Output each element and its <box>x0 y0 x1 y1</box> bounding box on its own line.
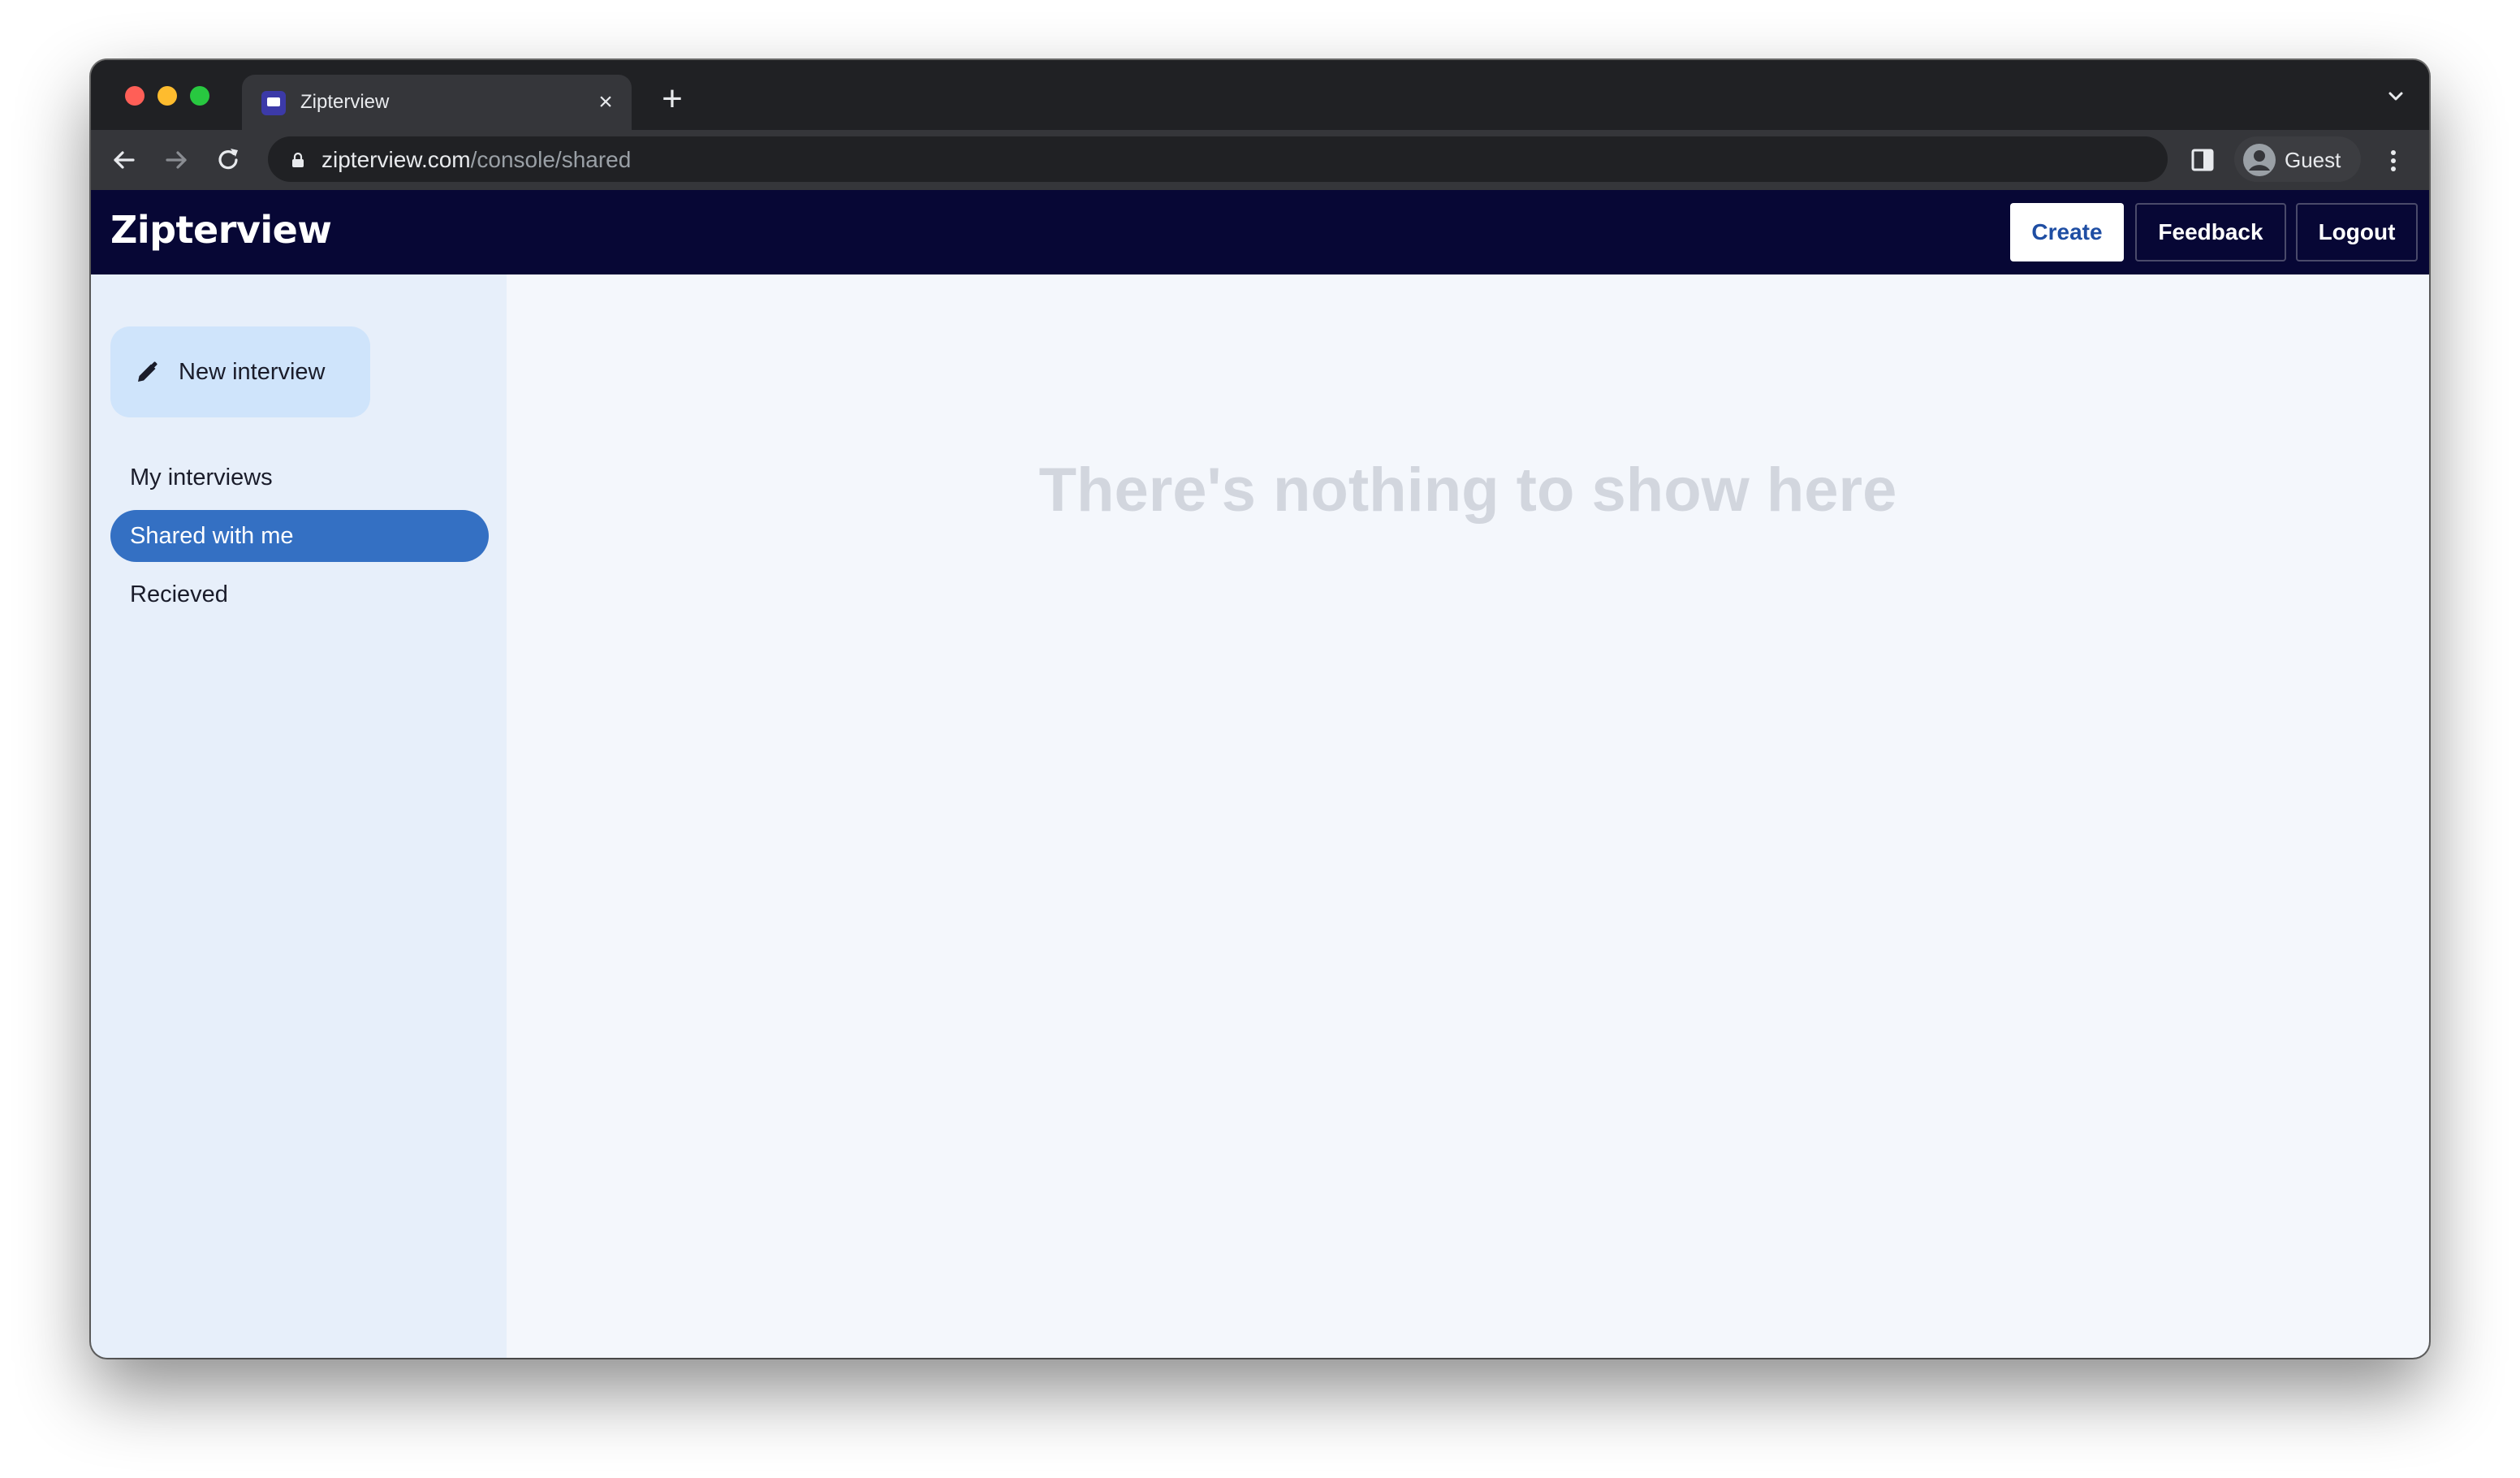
feedback-button[interactable]: Feedback <box>2135 203 2286 261</box>
new-interview-label: New interview <box>179 359 326 385</box>
side-panel-icon[interactable] <box>2190 148 2215 172</box>
reload-icon[interactable] <box>209 141 247 179</box>
url-text: zipterview.com/console/shared <box>321 147 631 173</box>
kebab-menu-icon[interactable] <box>2377 145 2410 177</box>
sidebar-item-shared-with-me[interactable]: Shared with me <box>110 510 489 562</box>
sidebar-item-recieved[interactable]: Recieved <box>110 568 489 620</box>
sidebar: New interview My interviews Shared with … <box>91 274 507 1358</box>
app-header: Zipterview Create Feedback Logout <box>91 190 2429 274</box>
chevron-down-icon[interactable] <box>2384 84 2408 109</box>
minimize-window-button[interactable] <box>158 86 177 106</box>
close-window-button[interactable] <box>125 86 145 106</box>
new-interview-button[interactable]: New interview <box>110 326 370 417</box>
profile-label: Guest <box>2285 148 2341 172</box>
tab-strip: Zipterview × + <box>91 60 2429 130</box>
plus-icon[interactable]: + <box>653 80 692 119</box>
app-logo[interactable]: Zipterview <box>110 208 332 252</box>
address-bar[interactable]: zipterview.com/console/shared <box>268 136 2168 182</box>
url-path: /console/shared <box>470 147 632 172</box>
browser-toolbar: zipterview.com/console/shared Guest <box>91 130 2429 190</box>
logout-button[interactable]: Logout <box>2296 203 2418 261</box>
profile-button[interactable]: Guest <box>2234 136 2361 182</box>
sidebar-item-my-interviews[interactable]: My interviews <box>110 452 489 503</box>
browser-tab[interactable]: Zipterview × <box>242 75 632 130</box>
maximize-window-button[interactable] <box>190 86 209 106</box>
main-content: There's nothing to show here <box>507 274 2429 1358</box>
tab-title: Zipterview <box>300 91 390 113</box>
browser-window: Zipterview × + zipterview.com/console/sh… <box>91 60 2429 1358</box>
url-host: zipterview.com <box>321 147 471 172</box>
person-icon <box>2243 144 2276 176</box>
arrow-left-icon[interactable] <box>106 141 143 179</box>
zipterview-favicon-icon <box>261 91 286 115</box>
empty-state-message: There's nothing to show here <box>1038 456 1897 525</box>
pencil-icon <box>138 361 158 382</box>
close-icon[interactable]: × <box>591 88 620 117</box>
lock-icon <box>292 152 304 167</box>
arrow-right-icon[interactable] <box>158 141 195 179</box>
create-button[interactable]: Create <box>2010 203 2124 261</box>
